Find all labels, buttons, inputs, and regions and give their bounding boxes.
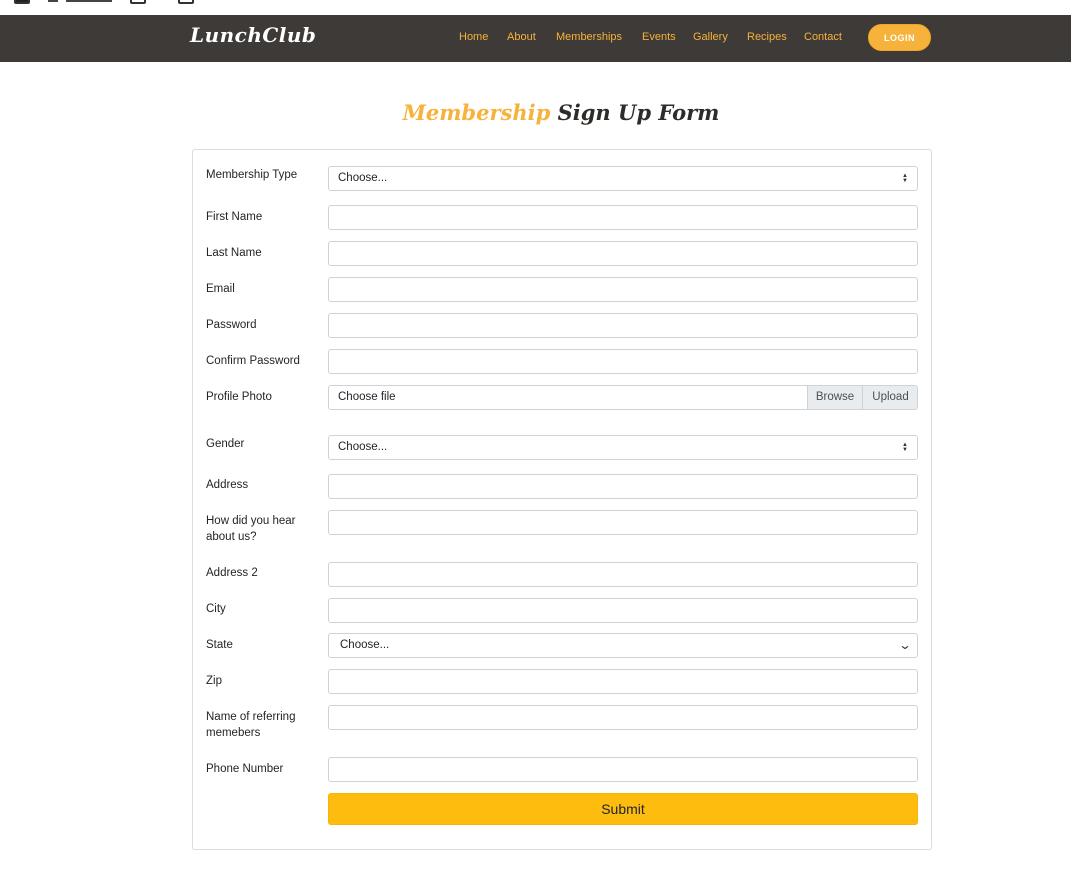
state-select[interactable]: Choose... ⌄ <box>328 633 918 658</box>
nav-link-memberships[interactable]: Memberships <box>556 31 622 43</box>
heard-about-field-wrap <box>328 510 918 535</box>
state-label: State <box>206 639 233 651</box>
page-title: Membership Sign Up Form <box>0 100 1071 125</box>
last-name-field-wrap <box>328 241 918 266</box>
state-value: Choose... <box>340 639 390 651</box>
page-title-rest: Sign Up Form <box>557 100 720 125</box>
profile-photo-file-input[interactable]: Choose file Browse Upload <box>328 385 918 410</box>
confirm-password-input[interactable] <box>329 350 917 373</box>
address2-field-wrap <box>328 562 918 587</box>
address-input[interactable] <box>329 475 917 498</box>
navbar: LunchClub Home About Memberships Events … <box>0 15 1071 62</box>
heard-about-label: How did you hear about us? <box>206 515 296 543</box>
referring-label: Name of referring memebers <box>206 711 296 739</box>
chevron-down-icon: ⌄ <box>898 638 912 652</box>
password-field-wrap <box>328 313 918 338</box>
first-name-label: First Name <box>206 211 263 223</box>
membership-type-value: Choose... <box>338 172 388 184</box>
email-input[interactable] <box>329 278 917 301</box>
address-field-wrap <box>328 474 918 499</box>
top-divider <box>48 0 58 2</box>
city-label: City <box>206 603 226 615</box>
first-name-input[interactable] <box>329 206 917 229</box>
phone-label: Phone Number <box>206 763 284 775</box>
referring-input[interactable] <box>329 706 917 729</box>
zip-label: Zip <box>206 675 222 687</box>
email-field-wrap <box>328 277 918 302</box>
window-icon <box>178 0 194 4</box>
profile-photo-label: Profile Photo <box>206 391 272 403</box>
nav-link-gallery[interactable]: Gallery <box>693 31 728 43</box>
window-icon <box>130 0 146 4</box>
membership-type-select[interactable]: Choose... ▲ ▼ <box>328 166 918 191</box>
zip-input[interactable] <box>329 670 917 693</box>
referring-field-wrap <box>328 705 918 730</box>
browse-button[interactable]: Browse <box>807 386 862 409</box>
confirm-password-field-wrap <box>328 349 918 374</box>
gender-label: Gender <box>206 438 245 450</box>
file-chooser-label[interactable]: Choose file <box>338 386 396 409</box>
upload-button[interactable]: Upload <box>862 386 917 409</box>
nav-link-contact[interactable]: Contact <box>804 31 842 43</box>
address2-input[interactable] <box>329 563 917 586</box>
gender-select[interactable]: Choose... ▲ ▼ <box>328 435 918 460</box>
login-button[interactable]: LOGIN <box>868 24 931 51</box>
nav-link-events[interactable]: Events <box>642 31 676 43</box>
gender-value: Choose... <box>338 441 388 453</box>
heard-about-input[interactable] <box>329 511 917 534</box>
password-label: Password <box>206 319 257 331</box>
nav-link-about[interactable]: About <box>507 31 536 43</box>
city-field-wrap <box>328 598 918 623</box>
city-input[interactable] <box>329 599 917 622</box>
updown-arrows-icon: ▲ ▼ <box>902 173 908 184</box>
zip-field-wrap <box>328 669 918 694</box>
address2-label: Address 2 <box>206 567 258 579</box>
password-input[interactable] <box>329 314 917 337</box>
brand-logo[interactable]: LunchClub <box>190 23 316 47</box>
updown-arrows-icon: ▲ ▼ <box>902 442 908 453</box>
phone-field-wrap <box>328 757 918 782</box>
nav-link-recipes[interactable]: Recipes <box>747 31 787 43</box>
membership-type-label: Membership Type <box>206 169 298 181</box>
last-name-input[interactable] <box>329 242 917 265</box>
confirm-password-label: Confirm Password <box>206 355 300 367</box>
first-name-field-wrap <box>328 205 918 230</box>
top-divider <box>66 0 112 2</box>
last-name-label: Last Name <box>206 247 262 259</box>
email-label: Email <box>206 283 235 295</box>
nav-link-home[interactable]: Home <box>459 31 488 43</box>
phone-input[interactable] <box>329 758 917 781</box>
app-icon <box>14 0 30 4</box>
page-title-accent: Membership <box>402 100 551 125</box>
submit-button[interactable]: Submit <box>328 793 918 825</box>
address-label: Address <box>206 479 249 491</box>
top-strip <box>0 0 1071 15</box>
